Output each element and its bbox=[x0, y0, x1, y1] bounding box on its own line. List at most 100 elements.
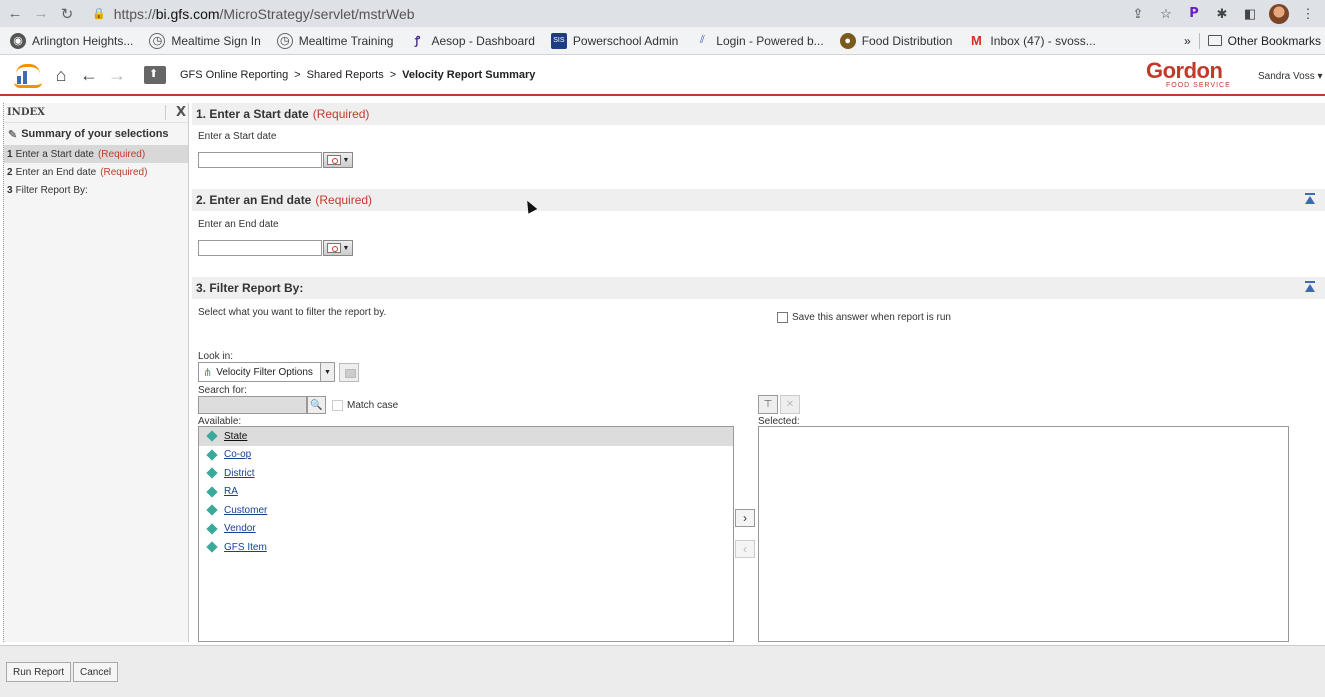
browse-folder-button[interactable] bbox=[339, 363, 359, 382]
edit-icon: ✎ bbox=[8, 128, 18, 141]
attribute-icon bbox=[206, 523, 218, 535]
bookmark-gmail[interactable]: M Inbox (47) - svoss... bbox=[968, 33, 1096, 49]
start-date-description: Enter a Start date bbox=[198, 131, 277, 142]
reload-icon[interactable]: ↻ bbox=[56, 3, 78, 25]
start-date-calendar-button[interactable]: ▼ bbox=[323, 152, 353, 168]
list-item[interactable]: District bbox=[199, 464, 733, 483]
back-icon[interactable]: ← bbox=[78, 64, 100, 86]
clock-icon: ◷ bbox=[276, 32, 293, 49]
lock-icon: 🔒 bbox=[92, 8, 106, 20]
chevron-down-icon: ▾ bbox=[1317, 71, 1323, 82]
bookmark-divider bbox=[1198, 32, 1200, 49]
bookmark-powerschool[interactable]: SIS Powerschool Admin bbox=[550, 32, 678, 49]
profile-avatar[interactable] bbox=[1269, 3, 1289, 24]
back-arrow-icon[interactable]: ← bbox=[4, 3, 26, 25]
index-item-start[interactable]: 1 Enter a Start date (Required) bbox=[4, 145, 188, 163]
home-icon[interactable]: ⌂ bbox=[50, 64, 72, 86]
bookmark-food-distribution[interactable]: ● Food Distribution bbox=[839, 32, 952, 49]
share-icon[interactable]: ⇪ bbox=[1129, 5, 1147, 23]
prompt-main: 1. Enter a Start date (Required) Enter a … bbox=[192, 103, 1325, 642]
food-icon: ● bbox=[839, 32, 856, 49]
index-summary[interactable]: ✎ Summary of your selections bbox=[4, 123, 188, 145]
collapse-icon[interactable] bbox=[1305, 281, 1315, 293]
checkbox[interactable] bbox=[332, 400, 343, 411]
add-selection-button[interactable]: › bbox=[735, 509, 755, 527]
bottom-action-bar: Run Report Cancel bbox=[0, 645, 1325, 697]
gordon-logo: Gordon FOOD SERVICE bbox=[1146, 58, 1231, 90]
attribute-icon bbox=[206, 486, 218, 498]
bookmark-aesop[interactable]: ꝭ Aesop - Dashboard bbox=[409, 33, 535, 49]
bookmarks-bar: ◉ Arlington Heights... ◷ Mealtime Sign In … bbox=[0, 27, 1325, 55]
look-in-select[interactable]: ⋔ Velocity Filter Options ▼ bbox=[198, 362, 335, 382]
bookmark-mealtime-training[interactable]: ◷ Mealtime Training bbox=[276, 32, 393, 49]
bookmark-arlington[interactable]: ◉ Arlington Heights... bbox=[10, 32, 133, 49]
breadcrumb-shared[interactable]: Shared Reports bbox=[307, 69, 384, 81]
bookmark-mealtime-signin[interactable]: ◷ Mealtime Sign In bbox=[149, 32, 261, 49]
search-input[interactable] bbox=[198, 396, 307, 414]
remove-selection-button[interactable]: ‹ bbox=[735, 540, 755, 558]
match-case-checkbox[interactable]: Match case bbox=[332, 400, 398, 411]
browser-address-bar: ← → ↻ 🔒 https://bi.gfs.com/MicroStrategy… bbox=[0, 0, 1325, 27]
bookmark-login[interactable]: ⫽ Login - Powered b... bbox=[694, 33, 824, 49]
login-icon: ⫽ bbox=[699, 34, 705, 46]
breadcrumb: GFS Online Reporting > Shared Reports > … bbox=[180, 69, 535, 81]
forward-arrow-icon[interactable]: → bbox=[30, 3, 52, 25]
available-list[interactable]: State Co-op District RA Customer Vendor … bbox=[198, 426, 734, 642]
index-item-filter[interactable]: 3 Filter Report By: bbox=[4, 181, 188, 199]
chevron-left-icon: ‹ bbox=[743, 542, 747, 556]
app-toolbar: ⌂ ← → GFS Online Reporting > Shared Repo… bbox=[0, 56, 1325, 96]
cancel-button[interactable]: Cancel bbox=[73, 662, 119, 682]
dropdown-arrow-icon: ▼ bbox=[342, 244, 350, 252]
microstrategy-logo-icon[interactable] bbox=[14, 62, 44, 88]
folder-up-icon[interactable] bbox=[144, 66, 166, 84]
end-date-input[interactable] bbox=[198, 240, 322, 256]
list-item[interactable]: Vendor bbox=[199, 520, 733, 539]
index-item-end[interactable]: 2 Enter an End date (Required) bbox=[4, 163, 188, 181]
calendar-icon bbox=[326, 243, 341, 253]
selected-list[interactable] bbox=[758, 426, 1289, 642]
breadcrumb-separator: > bbox=[294, 69, 301, 81]
end-date-calendar-button[interactable]: ▼ bbox=[323, 240, 353, 256]
extension-p-icon[interactable]: P bbox=[1185, 5, 1203, 23]
folder-icon bbox=[1207, 35, 1222, 46]
search-icon[interactable]: 🔍 bbox=[307, 396, 326, 414]
end-date-description: Enter an End date bbox=[198, 219, 279, 230]
star-icon[interactable]: ☆ bbox=[1157, 5, 1175, 23]
puzzle-icon[interactable]: ✱ bbox=[1213, 5, 1231, 23]
kebab-menu-icon[interactable]: ⋮ bbox=[1299, 5, 1317, 23]
list-item[interactable]: GFS Item bbox=[199, 538, 733, 557]
save-answer-checkbox[interactable]: Save this answer when report is run bbox=[777, 312, 951, 323]
section-end-date-header: 2. Enter an End date (Required) bbox=[192, 189, 1325, 211]
gmail-icon: M bbox=[970, 33, 982, 48]
sis-icon: SIS bbox=[550, 32, 567, 49]
user-menu[interactable]: Sandra Voss ▾ bbox=[1258, 71, 1323, 82]
collapse-icon[interactable] bbox=[1305, 193, 1315, 205]
attribute-icon bbox=[206, 504, 218, 516]
run-report-button[interactable]: Run Report bbox=[6, 662, 72, 682]
section-filter-header: 3. Filter Report By: bbox=[192, 277, 1325, 299]
sidepanel-icon[interactable]: ◧ bbox=[1241, 5, 1259, 23]
close-icon[interactable]: X bbox=[164, 105, 186, 120]
filter-description: Select what you want to filter the repor… bbox=[198, 307, 387, 318]
clear-filter-icon[interactable]: ✕ bbox=[780, 395, 800, 414]
breadcrumb-separator: > bbox=[389, 69, 397, 81]
list-item[interactable]: State bbox=[199, 427, 733, 446]
list-item[interactable]: RA bbox=[199, 483, 733, 502]
dropdown-arrow-icon: ▼ bbox=[320, 363, 334, 381]
list-item[interactable]: Customer bbox=[199, 501, 733, 520]
more-bookmarks-button[interactable]: » bbox=[1184, 34, 1191, 48]
chevron-right-icon: › bbox=[743, 511, 747, 525]
url-field[interactable]: 🔒 https://bi.gfs.com/MicroStrategy/servl… bbox=[92, 3, 1092, 25]
breadcrumb-root[interactable]: GFS Online Reporting bbox=[180, 69, 288, 81]
globe-icon: ◉ bbox=[10, 32, 26, 49]
filter-icon[interactable]: ⊤ bbox=[758, 395, 778, 414]
start-date-input[interactable] bbox=[198, 152, 322, 168]
look-in-label: Look in: bbox=[198, 351, 234, 362]
attribute-icon bbox=[206, 449, 218, 461]
list-item[interactable]: Co-op bbox=[199, 446, 733, 465]
checkbox[interactable] bbox=[777, 312, 788, 323]
dropdown-arrow-icon: ▼ bbox=[342, 156, 350, 164]
attribute-icon bbox=[206, 467, 218, 479]
other-bookmarks[interactable]: Other Bookmarks bbox=[1228, 34, 1321, 48]
forward-icon[interactable]: → bbox=[106, 64, 128, 86]
